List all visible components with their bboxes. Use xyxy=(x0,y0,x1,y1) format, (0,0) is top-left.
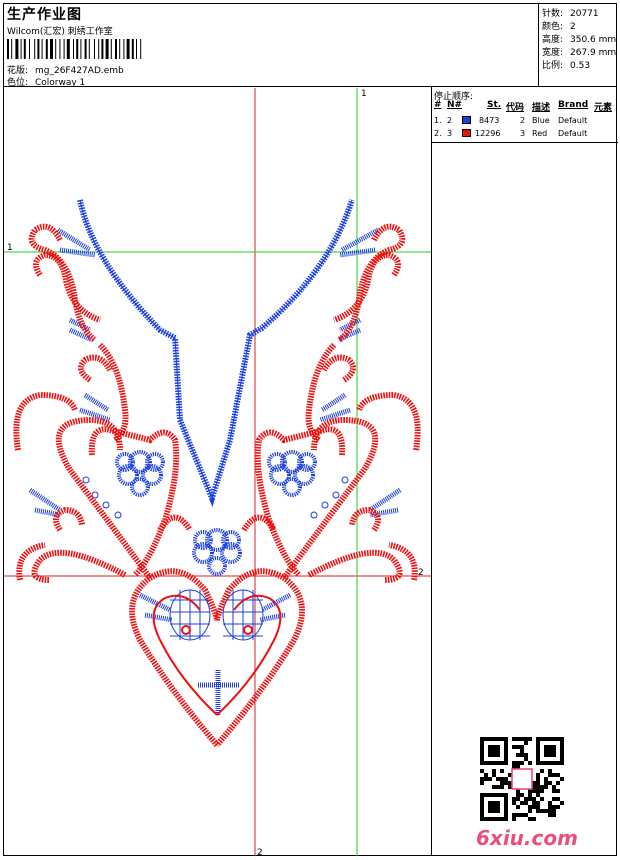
row-desc: Blue xyxy=(532,116,550,125)
stat-colors: 颜色: 2 xyxy=(542,19,576,32)
barcode xyxy=(7,39,142,59)
stat-label: 针数: xyxy=(542,9,564,19)
guide-label: 2 xyxy=(257,848,263,856)
row-stitches: 12296 xyxy=(475,129,501,138)
row-index: 2. xyxy=(434,129,442,138)
col-header: 描述 xyxy=(532,103,551,113)
col-header: 代码 xyxy=(506,103,525,113)
colorway-value: Colorway 1 xyxy=(35,78,86,88)
stat-scale: 比例: 0.53 xyxy=(542,58,590,71)
document-title: 生产作业图 xyxy=(7,7,82,23)
row-needle: 2 xyxy=(447,116,453,125)
col-header: N# xyxy=(447,100,463,110)
header-info: 生产作业图 Wilcom(汇宏) 刺绣工作室 花版: mg_26F427AD.em… xyxy=(3,3,539,88)
colorway-label: 色位: xyxy=(7,78,29,88)
row-brand: Default xyxy=(558,129,588,138)
stat-label: 高度: xyxy=(542,35,564,45)
guide-label: 2 xyxy=(418,568,424,578)
stat-label: 颜色: xyxy=(542,22,564,32)
stat-value: 2 xyxy=(570,22,576,32)
qr-code xyxy=(480,737,564,821)
row-code: 3 xyxy=(520,129,526,138)
stat-value: 350.6 mm xyxy=(570,35,617,45)
row-brand: Default xyxy=(558,116,588,125)
stop-sequence-table: # N# St. 代码 描述 Brand 元素 1. 2 8473 2 Blue… xyxy=(432,100,618,143)
row-index: 1. xyxy=(434,116,442,125)
stat-value: 267.9 mm xyxy=(570,48,617,58)
watermark-logo: 6xiu.com xyxy=(476,826,578,850)
stat-label: 比例: xyxy=(542,61,564,71)
col-header: # xyxy=(434,100,442,110)
stat-label: 宽度: xyxy=(542,48,564,58)
guide-label: 1 xyxy=(7,243,13,253)
stat-value: 0.53 xyxy=(570,61,591,71)
stat-height: 高度: 350.6 mm xyxy=(542,32,616,45)
colorway-row: 色位: Colorway 1 xyxy=(7,75,85,88)
stat-stitches: 针数: 20771 xyxy=(542,6,599,19)
row-stitches: 8473 xyxy=(479,116,500,125)
guide-label: 1 xyxy=(361,89,367,99)
company-name: Wilcom(汇宏) 刺绣工作室 xyxy=(7,27,113,37)
design-stats: 针数: 20771 颜色: 2 高度: 350.6 mm 宽度: 267.9 mm 比例… xyxy=(539,3,617,87)
row-code: 2 xyxy=(520,116,526,125)
col-header: St. xyxy=(487,100,502,110)
color-swatch xyxy=(462,129,471,137)
row-desc: Red xyxy=(532,129,548,138)
col-header: 元素 xyxy=(594,103,613,113)
embroidery-design-canvas: 1 1 2 2 xyxy=(4,88,431,856)
color-swatch xyxy=(462,116,471,124)
stat-value: 20771 xyxy=(570,9,599,19)
blue-leaves xyxy=(28,227,402,715)
row-needle: 3 xyxy=(447,129,453,138)
stat-width: 宽度: 267.9 mm xyxy=(542,45,616,58)
col-header: Brand xyxy=(558,100,589,110)
